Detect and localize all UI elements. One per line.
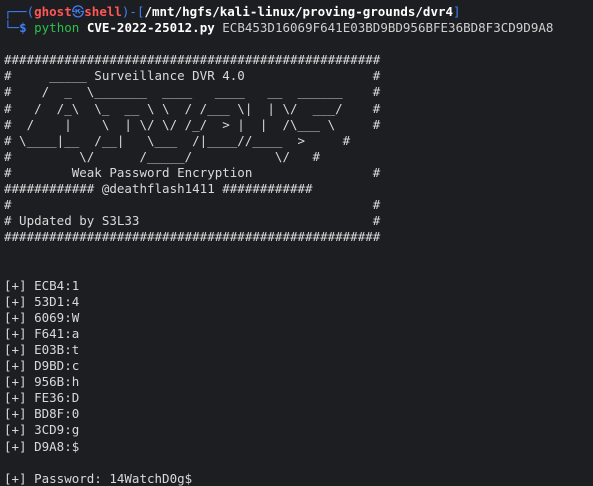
banner-line: ########################################… (4, 52, 381, 68)
banner-line: # \____|__ /__| \___ /|____//____ > # (4, 132, 351, 148)
command-argument: ECB453D16069F641E03BD9BD956BFE36BD8F3CD9… (222, 20, 554, 36)
result-line: [+] 956B:h (4, 374, 80, 390)
prompt-user: ghost (34, 4, 72, 19)
banner-line: ############ @deathflash1411 ###########… (4, 181, 313, 197)
password-result: [+] Password: 14WatchD0g$ (4, 470, 193, 486)
prompt-corner-top: ┌──( (4, 4, 35, 19)
banner-line: # / _ \_______ ____ ____ __ ______ # (4, 84, 381, 100)
prompt-line-top: ┌──(ghost㉿shell)-[/mnt/hgfs/kali-linux/p… (4, 4, 593, 20)
result-line: [+] D9BD:c (4, 358, 80, 374)
command-script: CVE-2022-25012.py (86, 20, 215, 36)
command-name: python (34, 20, 80, 36)
terminal-window[interactable]: ┌──(ghost㉿shell)-[/mnt/hgfs/kali-linux/p… (0, 0, 593, 486)
ascii-banner: ########################################… (4, 52, 593, 245)
result-list: [+] ECB4:1 [+] 53D1:4 [+] 6069:W [+] F64… (4, 278, 593, 455)
banner-line: # _____ Surveillance DVR 4.0 # (4, 68, 381, 84)
prompt-host: shell (84, 4, 122, 19)
command-line: └─$ python CVE-2022-25012.py ECB453D1606… (4, 20, 593, 36)
result-line: [+] FE36:D (4, 390, 80, 406)
banner-line: # Weak Password Encryption # (4, 164, 381, 180)
result-line: [+] BD8F:0 (4, 406, 80, 422)
banner-line: # / | \ | \/ \/ /_/ > | | /\___ \ # (4, 116, 381, 132)
banner-line: # Updated by S3L33 # (4, 213, 381, 229)
result-line: [+] 6069:W (4, 309, 80, 325)
result-line: [+] 3CD9:g (4, 422, 80, 438)
result-line: [+] D9A8:$ (4, 438, 80, 454)
prompt-path: /mnt/hgfs/kali-linux/proving-grounds/dvr… (144, 4, 454, 19)
prompt-dollar: $ (19, 20, 27, 36)
prompt-corner-bottom: └─ (4, 20, 20, 36)
banner-line: ########################################… (4, 229, 381, 245)
prompt-mid: )-[ (121, 4, 145, 19)
result-line: [+] 53D1:4 (4, 293, 80, 309)
result-line: [+] E03B:t (4, 341, 80, 357)
banner-line: # \/ /_____/ \/ # (4, 148, 321, 164)
banner-line: # # (4, 197, 381, 213)
result-line: [+] F641:a (4, 325, 80, 341)
prompt-at-icon: ㉿ (71, 4, 85, 19)
banner-line: # / /_\ \_ __ \ \ / /___ \| | \/ ___/ # (4, 100, 381, 116)
result-line: [+] ECB4:1 (4, 277, 80, 293)
prompt-close: ] (453, 4, 461, 19)
